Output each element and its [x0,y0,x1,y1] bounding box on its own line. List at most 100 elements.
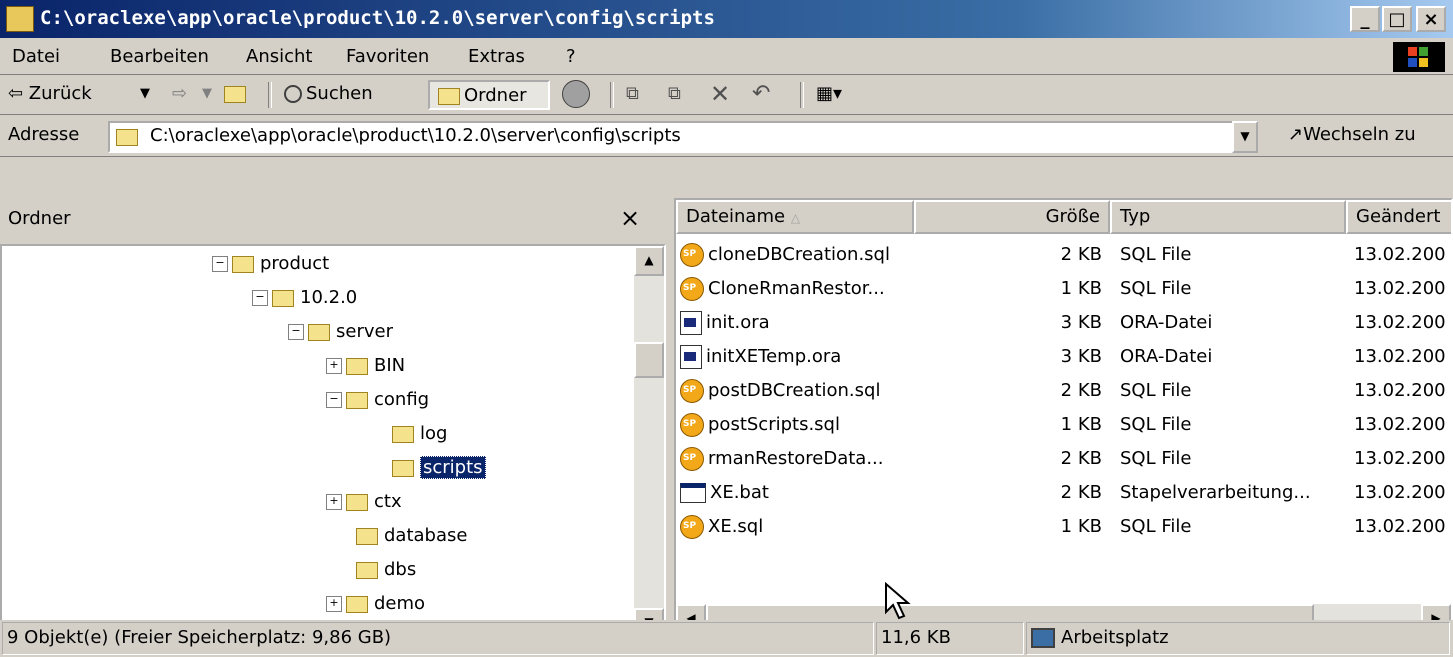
folders-pane-close-icon[interactable]: × [620,204,640,232]
folder-icon [356,527,378,545]
menu-datei[interactable]: Datei [12,46,60,67]
toolbar-separator [610,82,614,108]
toolbar-separator [268,82,272,108]
expand-icon[interactable]: + [326,494,342,510]
tree-scrollbar[interactable]: ▲ ▼ [634,246,664,638]
forward-dropdown-icon[interactable]: ▼ [202,80,212,110]
column-header-name[interactable]: Dateiname △ [676,200,914,234]
file-name: initXETemp.ora [706,346,842,367]
file-size: 1 KB [1060,516,1102,537]
file-modified: 13.02.200 [1354,244,1446,265]
scroll-thumb[interactable] [634,342,664,378]
toolbar: ⇦ Zurück ▼ ⇨ ▼ Suchen Ordner ⧉ ⧉ ✕ ↶ ▦▾ [0,76,1453,115]
back-dropdown-icon[interactable]: ▼ [140,80,150,110]
file-size: 2 KB [1060,482,1102,503]
collapse-icon[interactable]: − [212,256,228,272]
menu-favoriten[interactable]: Favoriten [346,46,429,67]
file-modified: 13.02.200 [1354,448,1446,469]
views-icon[interactable]: ▦▾ [816,80,842,110]
file-list: Dateiname △ Größe Typ Geändert cloneDBCr… [674,198,1453,636]
computer-icon [1031,628,1055,648]
go-button[interactable]: ↗Wechseln zu [1288,124,1416,145]
title-bar[interactable]: C:\oraclexe\app\oracle\product\10.2.0\se… [0,0,1453,38]
file-type: SQL File [1120,516,1192,537]
forward-icon[interactable]: ⇨ [172,80,187,110]
file-name: XE.sql [708,516,764,537]
collapse-icon[interactable]: − [326,392,342,408]
undo-icon[interactable]: ↶ [752,80,770,110]
delete-icon[interactable]: ✕ [710,80,730,110]
tree-item-dbs[interactable]: dbs [356,554,416,586]
table-row[interactable]: rmanRestoreData... 2 KB SQL File 13.02.200 [676,442,1451,476]
file-type: SQL File [1120,244,1192,265]
copy-to-icon[interactable]: ⧉ [668,80,681,110]
expand-icon[interactable]: + [326,596,342,612]
file-modified: 13.02.200 [1354,482,1446,503]
move-to-icon[interactable]: ⧉ [626,80,639,110]
column-header-size[interactable]: Größe [914,200,1110,234]
tree-item-scripts[interactable]: scripts [392,452,486,484]
tree-item-bin[interactable]: + BIN [326,350,405,382]
search-label: Suchen [306,83,373,104]
folders-pane-header: Ordner × [0,198,666,244]
tree-item-config[interactable]: − config [326,384,429,416]
table-row[interactable]: CloneRmanRestor... 1 KB SQL File 13.02.200 [676,272,1451,306]
table-row[interactable]: init.ora 3 KB ORA-Datei 13.02.200 [676,306,1451,340]
sql-file-icon [680,447,704,471]
file-size: 2 KB [1060,448,1102,469]
sql-file-icon [680,277,704,301]
menu-help[interactable]: ? [566,46,576,67]
table-row[interactable]: XE.bat 2 KB Stapelverarbeitung... 13.02.200 [676,476,1451,510]
file-name: postScripts.sql [708,414,840,435]
folder-tree: − product −10.2.0 − server + BIN − config lo… [0,244,666,640]
menu-ansicht[interactable]: Ansicht [246,46,312,67]
scroll-up-icon[interactable]: ▲ [634,246,664,276]
collapse-icon[interactable]: − [252,290,268,306]
address-label: Adresse [8,124,80,145]
ora-file-icon [680,345,702,369]
folders-button[interactable]: Ordner [428,80,550,110]
address-input[interactable]: C:\oraclexe\app\oracle\product\10.2.0\se… [108,121,1258,153]
table-row[interactable]: cloneDBCreation.sql 2 KB SQL File 13.02.200 [676,238,1451,272]
mouse-cursor-icon [885,582,911,620]
table-row[interactable]: initXETemp.ora 3 KB ORA-Datei 13.02.200 [676,340,1451,374]
search-button[interactable]: Suchen [284,80,373,110]
menu-extras[interactable]: Extras [468,46,525,67]
collapse-icon[interactable]: − [288,324,304,340]
history-icon[interactable] [562,80,594,110]
tree-item-ctx[interactable]: + ctx [326,486,402,518]
file-type: SQL File [1120,380,1192,401]
status-bar: 9 Objekt(e) (Freier Speicherplatz: 9,86 … [0,620,1453,657]
tree-item-demo[interactable]: + demo [326,588,425,620]
expand-icon[interactable]: + [326,358,342,374]
file-type: Stapelverarbeitung... [1120,482,1311,503]
folder-icon [346,595,368,613]
file-type: ORA-Datei [1120,346,1213,367]
maximize-button[interactable]: □ [1382,6,1412,32]
close-button[interactable]: × [1416,6,1446,32]
folder-icon [346,493,368,511]
tree-item-10-2-0[interactable]: −10.2.0 [252,282,357,314]
menu-bearbeiten[interactable]: Bearbeiten [110,46,209,67]
column-header-modified[interactable]: Geändert [1346,200,1451,234]
minimize-button[interactable]: _ [1350,6,1380,32]
folder-icon [272,289,294,307]
folder-icon [392,425,414,443]
explorer-folder-icon [6,6,34,32]
back-button[interactable]: ⇦ Zurück [8,80,92,110]
tree-item-server[interactable]: − server [288,316,393,348]
tree-item-database[interactable]: database [356,520,467,552]
file-name: init.ora [706,312,770,333]
folders-label: Ordner [464,85,527,106]
tree-item-log[interactable]: log [392,418,447,450]
tree-item-product[interactable]: − product [212,248,329,280]
table-row[interactable]: postDBCreation.sql 2 KB SQL File 13.02.200 [676,374,1451,408]
table-row[interactable]: XE.sql 1 KB SQL File 13.02.200 [676,510,1451,544]
up-folder-icon[interactable] [224,80,250,110]
column-header-type[interactable]: Typ [1110,200,1346,234]
table-row[interactable]: postScripts.sql 1 KB SQL File 13.02.200 [676,408,1451,442]
sql-file-icon [680,379,704,403]
address-dropdown-icon[interactable]: ▼ [1232,121,1258,153]
file-modified: 13.02.200 [1354,346,1446,367]
sql-file-icon [680,515,704,539]
